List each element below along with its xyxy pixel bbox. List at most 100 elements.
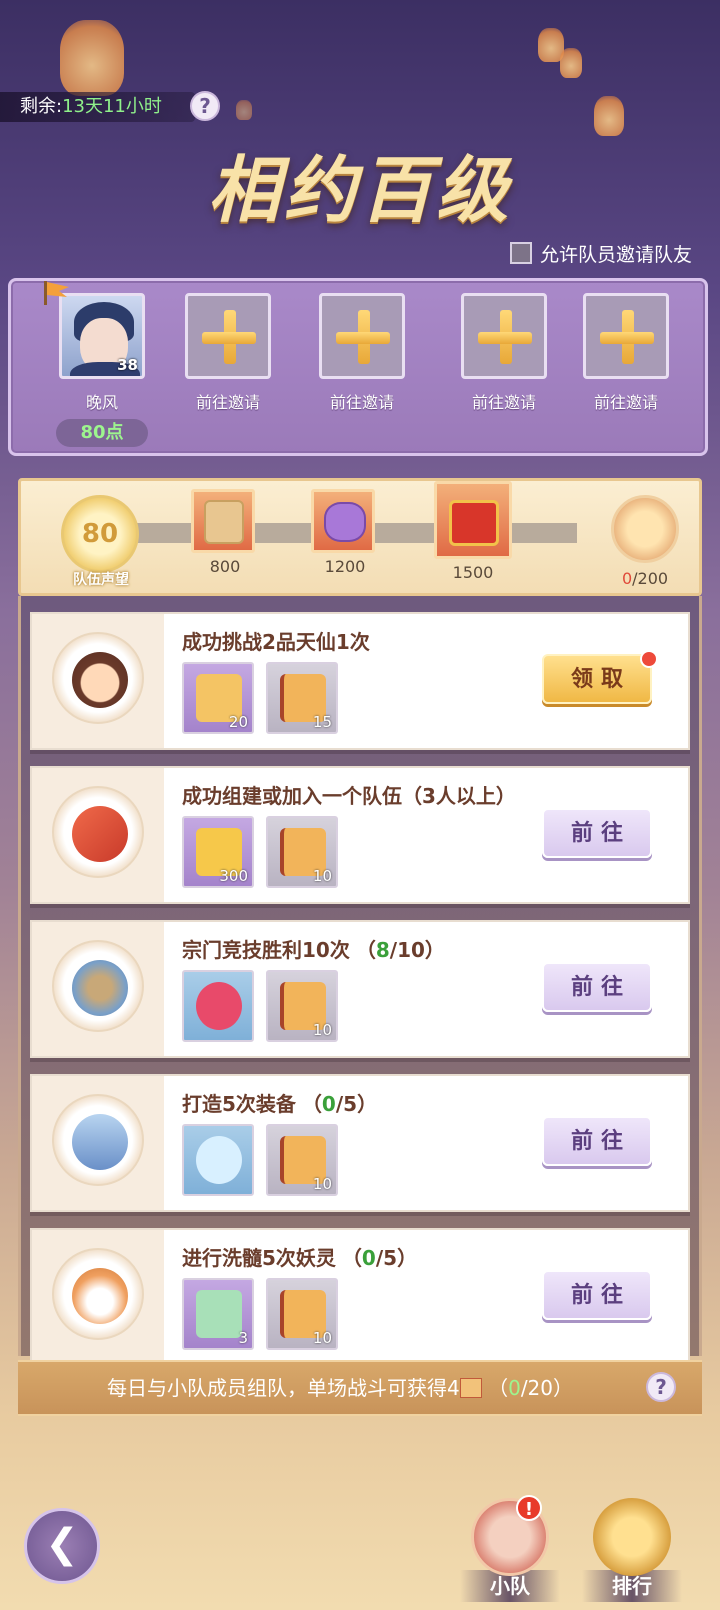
nav-rank[interactable]: 排行 <box>582 1498 682 1602</box>
task-rewards: 10 <box>182 1124 338 1196</box>
go-button[interactable]: 前往 <box>542 1270 652 1320</box>
allow-invite-toggle[interactable]: 允许队员邀请队友 <box>510 238 692 268</box>
add-member-icon[interactable] <box>583 293 669 379</box>
add-member-icon[interactable] <box>319 293 405 379</box>
arena-icon <box>72 960 128 1016</box>
help-icon[interactable]: ? <box>646 1372 676 1402</box>
milestone-reward[interactable]: 1200 <box>311 489 379 576</box>
reward-item[interactable] <box>182 970 254 1042</box>
reward-item[interactable]: 10 <box>266 1278 338 1350</box>
remaining-time-bar: 剩余:13天11小时 <box>0 92 195 122</box>
task-icon-column <box>32 1230 164 1364</box>
task-title: 进行洗髓5次妖灵 （0/5） <box>182 1242 417 1271</box>
invite-label: 前往邀请 <box>471 393 536 412</box>
add-member-icon[interactable] <box>461 293 547 379</box>
daily-team-battle-info: 每日与小队成员组队，单场战斗可获得4 （0/20） <box>18 1360 702 1416</box>
task-title-text: 成功组建或加入一个队伍（3人以上） <box>182 784 516 808</box>
task-title-text: 进行洗髓5次妖灵 <box>182 1246 336 1270</box>
task-card: 进行洗髓5次妖灵 （0/5） 3 10 前往 <box>30 1228 690 1366</box>
add-member-icon[interactable] <box>185 293 271 379</box>
invite-slot[interactable]: 前往邀请 <box>173 293 283 413</box>
go-button[interactable]: 前往 <box>542 962 652 1012</box>
allow-invite-checkbox[interactable] <box>510 242 532 264</box>
invite-label: 前往邀请 <box>329 393 394 412</box>
notification-dot <box>640 650 658 668</box>
team-alert-badge: ! <box>516 1495 542 1521</box>
task-progress: （0/5） <box>341 1246 418 1270</box>
invite-slot[interactable]: 前往邀请 <box>307 293 417 413</box>
sky-lantern-decoration <box>236 100 252 120</box>
reward-item[interactable] <box>182 1124 254 1196</box>
milestone-value: 1500 <box>452 563 494 582</box>
reward-count: 10 <box>312 1329 332 1347</box>
task-card: 打造5次装备 （0/5） 10 前往 <box>30 1074 690 1212</box>
invite-label: 前往邀请 <box>593 393 658 412</box>
task-icon-frame <box>52 1094 144 1186</box>
reputation-progress: 80 队伍声望 800 1200 1500 0/200 <box>18 478 702 596</box>
team-leader[interactable]: 38 晚风 80点 <box>44 281 157 447</box>
leader-avatar[interactable]: 38 <box>59 293 145 379</box>
handshake-icon[interactable]: ! <box>471 1495 549 1576</box>
red-flag-icon <box>72 806 128 862</box>
task-rewards: 20 15 <box>182 662 338 734</box>
fox-spirit-icon <box>72 1268 128 1324</box>
red-gift-chest-icon[interactable] <box>434 481 512 559</box>
reward-count: 20 <box>228 713 248 731</box>
task-title-text: 成功挑战2品天仙1次 <box>182 630 370 654</box>
leader-level: 38 <box>117 356 138 374</box>
task-card: 宗门竞技胜利10次 （8/10） 10 前往 <box>30 920 690 1058</box>
task-title: 打造5次装备 （0/5） <box>182 1088 377 1117</box>
task-icon-frame <box>52 632 144 724</box>
golden-chest-icon[interactable] <box>611 495 679 563</box>
task-icon-frame <box>52 940 144 1032</box>
reward-count: 10 <box>312 1021 332 1039</box>
task-title: 宗门竞技胜利10次 （8/10） <box>182 934 445 963</box>
reward-count: 15 <box>312 713 332 731</box>
invite-slot[interactable]: 前往邀请 <box>449 293 559 413</box>
armor-icon <box>72 1114 128 1170</box>
task-icon-frame <box>52 786 144 878</box>
task-icon-frame <box>52 1248 144 1340</box>
sky-lantern-decoration <box>60 20 124 96</box>
task-rewards: 3 10 <box>182 1278 338 1350</box>
task-icon-column <box>32 614 164 748</box>
reputation-medal-icon: 80 <box>61 495 139 573</box>
purple-pouch-icon[interactable] <box>311 489 375 553</box>
remaining-time-value: 13天11小时 <box>62 96 162 117</box>
task-progress: （0/5） <box>301 1092 378 1116</box>
reward-item[interactable]: 10 <box>266 816 338 888</box>
reward-item[interactable]: 10 <box>266 1124 338 1196</box>
reward-item[interactable]: 15 <box>266 662 338 734</box>
reward-item[interactable]: 10 <box>266 970 338 1042</box>
reputation-label: 队伍声望 <box>73 572 129 588</box>
trophy-icon[interactable] <box>593 1498 671 1576</box>
reward-count: 10 <box>312 867 332 885</box>
invite-slot[interactable]: 前往邀请 <box>571 293 681 413</box>
daily-info-total: /20 <box>520 1376 553 1400</box>
daily-info-text: 每日与小队成员组队，单场战斗可获得4 <box>106 1376 460 1400</box>
claim-button[interactable]: 领取 <box>542 654 652 704</box>
nav-team[interactable]: ! 小队 <box>460 1495 560 1602</box>
go-button[interactable]: 前往 <box>542 1116 652 1166</box>
sky-lantern-decoration <box>594 96 624 136</box>
final-reward-progress: 0/200 <box>621 569 669 588</box>
task-rewards: 10 <box>182 970 338 1042</box>
reward-count: 3 <box>238 1329 248 1347</box>
task-title: 成功挑战2品天仙1次 <box>182 626 370 655</box>
go-button[interactable]: 前往 <box>542 808 652 858</box>
back-arrow-icon[interactable]: ❮ <box>24 1508 100 1584</box>
reward-item[interactable]: 20 <box>182 662 254 734</box>
reward-item[interactable]: 300 <box>182 816 254 888</box>
milestone-reward[interactable]: 1500 <box>433 481 513 582</box>
reward-count: 300 <box>219 867 248 885</box>
team-token-icon <box>459 1378 482 1398</box>
milestone-reward[interactable]: 800 <box>191 489 259 576</box>
invite-label: 前往邀请 <box>195 393 260 412</box>
sky-lantern-decoration <box>560 48 582 78</box>
task-card: 成功组建或加入一个队伍（3人以上） 300 10 前往 <box>30 766 690 904</box>
golden-scroll-icon[interactable] <box>191 489 255 553</box>
task-icon-column <box>32 768 164 902</box>
leader-name: 晚风 <box>85 393 118 412</box>
reward-item[interactable]: 3 <box>182 1278 254 1350</box>
help-icon[interactable]: ? <box>190 91 220 121</box>
